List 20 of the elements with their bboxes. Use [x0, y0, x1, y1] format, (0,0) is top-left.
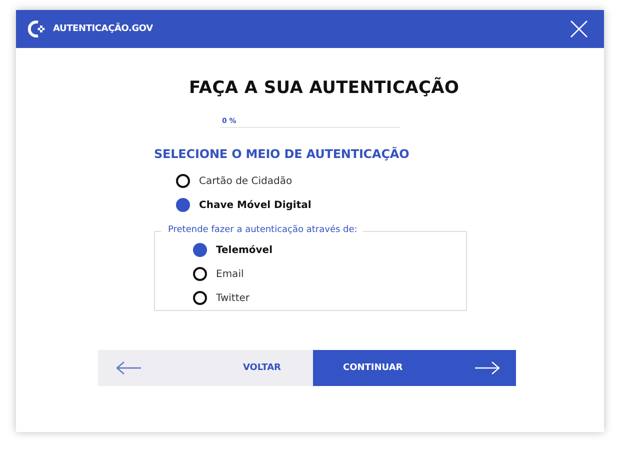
radio-button[interactable]	[193, 267, 207, 281]
radio-label: Email	[216, 268, 244, 280]
radio-label: Cartão de Cidadão	[199, 176, 292, 186]
radio-label: Telemóvel	[216, 244, 273, 256]
page-title: FAÇA A SUA AUTENTICAÇÃO	[189, 78, 460, 98]
radio-button[interactable]	[176, 174, 190, 188]
logo-icon	[28, 20, 46, 38]
brand-name: AUTENTICAÇÃO.GOV	[53, 24, 153, 34]
continue-button[interactable]: CONTINUAR	[313, 350, 516, 386]
radio-button[interactable]	[193, 291, 207, 305]
close-icon[interactable]	[570, 20, 588, 38]
radio-button[interactable]	[193, 243, 207, 257]
right-arrow-icon	[474, 361, 500, 375]
radio-button[interactable]	[176, 198, 190, 212]
group-legend: Pretende fazer a autenticação através de:	[161, 225, 364, 235]
left-arrow-icon	[116, 361, 142, 375]
back-button[interactable]: VOLTAR	[98, 350, 313, 386]
radio-label: Twitter	[216, 292, 250, 304]
radio-label: Chave Móvel Digital	[199, 200, 312, 210]
section-heading: SELECIONE O MEIO DE AUTENTICAÇÃO	[154, 147, 410, 161]
